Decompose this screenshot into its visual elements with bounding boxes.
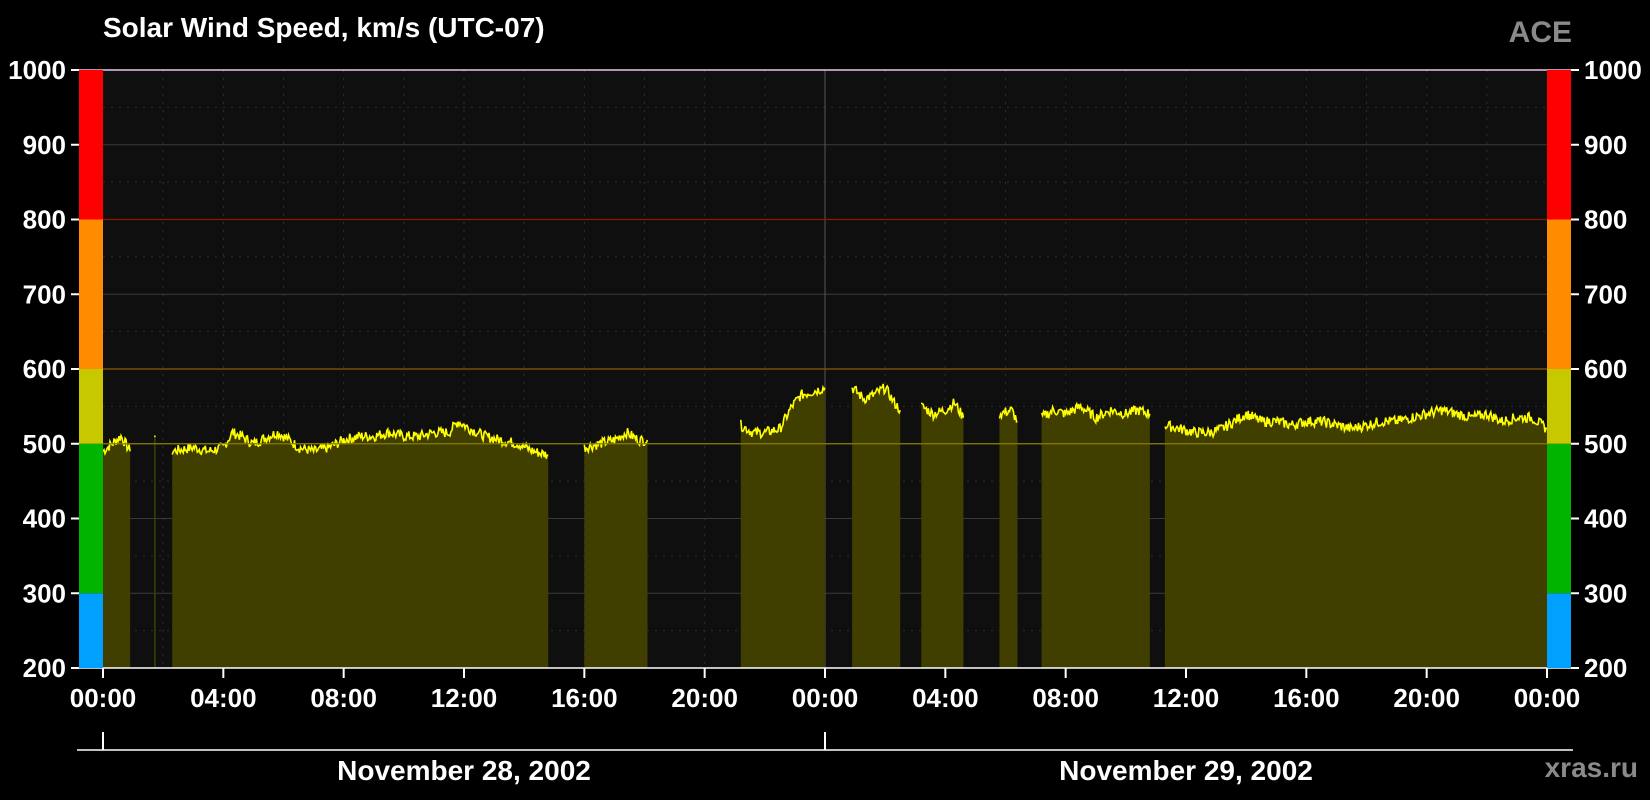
y-tick-label-left: 600 [23, 354, 66, 384]
y-tick-label-left: 700 [23, 279, 66, 309]
y-tick-label-right: 1000 [1584, 55, 1642, 85]
y-tick-label-right: 900 [1584, 130, 1627, 160]
x-tick-label: 04:00 [190, 683, 257, 713]
y-tick-label-left: 500 [23, 429, 66, 459]
color-band-right [1547, 70, 1571, 220]
y-tick-label-left: 1000 [8, 55, 66, 85]
date-label: November 28, 2002 [337, 755, 591, 786]
x-tick-label: 16:00 [551, 683, 618, 713]
speed-area-segment [999, 407, 1018, 668]
x-tick-label: 08:00 [1032, 683, 1099, 713]
y-tick-label-right: 700 [1584, 279, 1627, 309]
color-band-right [1547, 593, 1571, 668]
x-tick-label: 00:00 [70, 683, 137, 713]
x-tick-label: 16:00 [1273, 683, 1340, 713]
x-tick-label: 04:00 [912, 683, 979, 713]
y-tick-label-left: 400 [23, 504, 66, 534]
y-tick-label-right: 400 [1584, 504, 1627, 534]
color-band-left [79, 219, 103, 369]
color-band-right [1547, 369, 1571, 444]
speed-area-segment [103, 435, 131, 668]
y-tick-label-left: 800 [23, 205, 66, 235]
x-tick-label: 12:00 [431, 683, 498, 713]
y-tick-label-right: 200 [1584, 653, 1627, 683]
color-band-left [79, 70, 103, 220]
date-label: November 29, 2002 [1059, 755, 1313, 786]
y-tick-label-left: 900 [23, 130, 66, 160]
speed-area-segment [154, 436, 156, 668]
color-band-right [1547, 219, 1571, 369]
y-tick-label-right: 800 [1584, 205, 1627, 235]
x-tick-label: 12:00 [1153, 683, 1220, 713]
solar-wind-chart: 200 200 300 300 400 400 500 500 600 600 700 700 800 8… [8, 55, 1642, 786]
y-tick-label-left: 300 [23, 578, 66, 608]
y-tick-label-right: 300 [1584, 578, 1627, 608]
speed-area-segment [172, 421, 549, 668]
color-band-left [79, 593, 103, 668]
speed-area-segment [584, 428, 648, 668]
speed-area-segment [921, 398, 964, 668]
color-band-left [79, 369, 103, 444]
x-tick-label: 20:00 [1393, 683, 1460, 713]
speed-area-segment [1164, 406, 1547, 668]
x-tick-label: 00:00 [1514, 683, 1581, 713]
y-tick-label-right: 500 [1584, 429, 1627, 459]
y-tick-label-left: 200 [23, 653, 66, 683]
color-band-left [79, 443, 103, 594]
y-tick-label-right: 600 [1584, 354, 1627, 384]
x-tick-label: 00:00 [792, 683, 859, 713]
x-tick-label: 08:00 [310, 683, 377, 713]
color-band-right [1547, 443, 1571, 594]
speed-area-segment [852, 383, 901, 668]
x-tick-label: 20:00 [671, 683, 738, 713]
